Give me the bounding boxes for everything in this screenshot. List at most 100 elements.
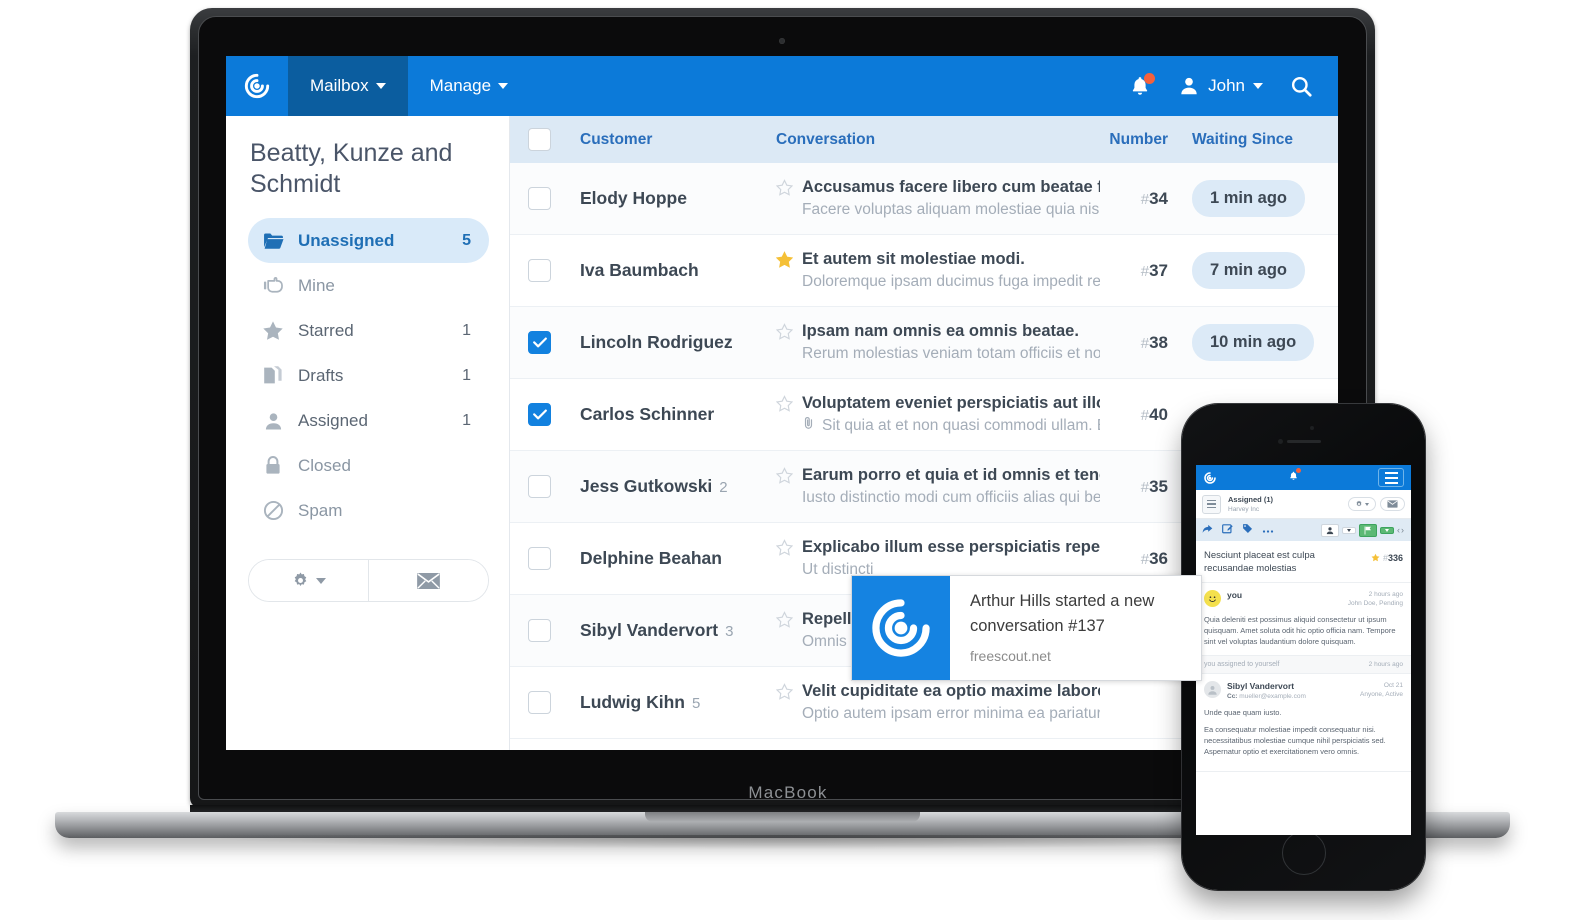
sidebar-item-closed-label: Closed	[298, 455, 351, 475]
sidebar-item-assigned-label: Assigned	[298, 410, 368, 430]
nav-item-manage[interactable]: Manage	[408, 56, 530, 116]
desktop-notification-toast[interactable]: Arthur Hills started a new conversation …	[851, 575, 1202, 681]
star-icon[interactable]	[1371, 549, 1380, 567]
row-checkbox[interactable]	[528, 259, 551, 282]
row-number: #36	[1140, 548, 1168, 568]
table-row[interactable]: Lincoln Rodriguez Ipsam nam omnis ea omni…	[510, 307, 1338, 379]
mobile-folder-name: Assigned (1)	[1228, 494, 1274, 504]
table-row[interactable]: Iva Baumbach Et autem sit molestiae modi.…	[510, 235, 1338, 307]
star-icon[interactable]	[775, 323, 794, 345]
mobile-thread-header: Sibyl Vandervort Cc: mueller@example.com…	[1204, 681, 1403, 701]
mobile-folder-menu-button[interactable]	[1202, 494, 1221, 514]
app-logo[interactable]	[226, 56, 288, 116]
row-select-cell	[524, 691, 580, 714]
search-button[interactable]	[1289, 74, 1314, 99]
sidebar-item-spam[interactable]: Spam	[248, 488, 489, 533]
user-menu[interactable]: John	[1178, 75, 1263, 97]
sidebar-item-assigned[interactable]: Assigned 1	[248, 398, 489, 443]
row-select-cell	[524, 619, 580, 642]
ellipsis-icon[interactable]	[1262, 521, 1274, 539]
row-customer-cell: Carlos Schinner	[580, 404, 776, 425]
star-icon[interactable]	[775, 467, 794, 489]
mobile-assignee-caret-button[interactable]	[1342, 526, 1356, 534]
row-number-cell: #40	[1106, 405, 1178, 425]
mobile-status-caret-button[interactable]	[1380, 526, 1394, 534]
row-subject: Accusamus facere libero cum beatae fugit…	[802, 178, 1100, 196]
sidebar-item-drafts-count: 1	[462, 366, 471, 384]
table-row[interactable]: Elody Hoppe Accusamus facere libero cum b…	[510, 163, 1338, 235]
user-icon	[1326, 526, 1334, 534]
mobile-thread-author: Sibyl Vandervort	[1227, 681, 1295, 691]
sidebar-item-closed[interactable]: Closed	[248, 443, 489, 488]
row-thread-count: 2	[719, 479, 728, 496]
chevron-right-icon[interactable]: ›	[1401, 525, 1405, 535]
notifications-button[interactable]	[1128, 72, 1156, 99]
reply-arrow-icon[interactable]	[1202, 521, 1213, 539]
user-name-label: John	[1208, 76, 1245, 95]
star-icon[interactable]	[775, 683, 794, 705]
iphone-home-button[interactable]	[1281, 831, 1326, 875]
column-header-conversation[interactable]: Conversation	[776, 131, 1106, 149]
column-header-number[interactable]: Number	[1106, 131, 1178, 149]
flag-icon	[1364, 526, 1371, 534]
select-all-cell	[524, 128, 580, 151]
sidebar-item-unassigned-label: Unassigned	[298, 230, 395, 250]
sidebar-new-conversation-button[interactable]	[368, 560, 488, 601]
sidebar-item-starred[interactable]: Starred 1	[248, 308, 489, 353]
iphone-screen: Assigned (1) Harvey Inc ‹› Nesciunt plac…	[1196, 465, 1411, 835]
row-waiting-cell: 10 min ago	[1178, 324, 1338, 361]
tag-icon[interactable]	[1242, 521, 1253, 539]
person-avatar	[1204, 681, 1221, 698]
row-checkbox[interactable]	[528, 475, 551, 498]
row-checkbox[interactable]	[528, 547, 551, 570]
star-icon[interactable]	[775, 611, 794, 633]
row-preview: Rerum molestias veniam totam officiis et…	[802, 345, 1100, 362]
row-select-cell	[524, 403, 580, 426]
sidebar-item-drafts[interactable]: Drafts 1	[248, 353, 489, 398]
mobile-status-button[interactable]	[1359, 523, 1377, 537]
mobile-prev-next-nav[interactable]: ‹›	[1397, 525, 1405, 535]
mobile-thread-message[interactable]: you 2 hours ago John Doe, Pending Quia d…	[1196, 583, 1411, 656]
row-checkbox[interactable]	[528, 187, 551, 210]
select-all-checkbox[interactable]	[528, 128, 551, 151]
star-icon[interactable]	[775, 251, 794, 273]
row-customer-name: Carlos Schinner	[580, 404, 715, 424]
mobile-thread-cc: Cc: mueller@example.com	[1227, 693, 1306, 700]
column-header-waiting-since[interactable]: Waiting Since	[1178, 131, 1338, 149]
row-checkbox[interactable]	[528, 403, 551, 426]
mobile-compose-button[interactable]	[1380, 497, 1405, 511]
mobile-thread-message[interactable]: Sibyl Vandervort Cc: mueller@example.com…	[1196, 674, 1411, 772]
row-checkbox[interactable]	[528, 619, 551, 642]
row-number: #38	[1140, 332, 1168, 352]
row-select-cell	[524, 475, 580, 498]
star-icon[interactable]	[775, 539, 794, 561]
drafts-icon	[262, 365, 284, 387]
column-header-customer[interactable]: Customer	[580, 131, 776, 149]
row-customer-name: Elody Hoppe	[580, 188, 687, 208]
notification-title: Arthur Hills started a new conversation …	[970, 592, 1155, 635]
mobile-thread-note-time: 2 hours ago	[1368, 661, 1403, 668]
sidebar-item-mine[interactable]: Mine	[248, 263, 489, 308]
hamburger-icon[interactable]	[1378, 468, 1404, 487]
mobile-settings-button[interactable]	[1348, 497, 1376, 511]
row-checkbox[interactable]	[528, 691, 551, 714]
row-customer-cell: Elody Hoppe	[580, 188, 776, 209]
nav-item-mailbox[interactable]: Mailbox	[288, 56, 408, 116]
search-icon	[1291, 76, 1312, 97]
mobile-notifications-button[interactable]	[1288, 467, 1301, 487]
row-checkbox[interactable]	[528, 331, 551, 354]
star-icon[interactable]	[775, 179, 794, 201]
row-select-cell	[524, 331, 580, 354]
row-number-cell: #34	[1106, 189, 1178, 209]
iphone-speaker	[1286, 440, 1321, 443]
sidebar-item-unassigned[interactable]: Unassigned 5	[248, 218, 489, 263]
star-icon[interactable]	[775, 395, 794, 417]
mobile-assignee-button[interactable]	[1321, 523, 1339, 537]
mobile-thread-time: 2 hours ago	[1368, 591, 1403, 598]
sidebar-settings-button[interactable]	[249, 560, 368, 601]
edit-icon[interactable]	[1222, 521, 1233, 539]
row-waiting-cell: 1 min ago	[1178, 180, 1338, 217]
row-conversation-cell: Velit cupiditate ea optio maxime labore …	[775, 680, 1106, 725]
hand-pointer-icon	[262, 275, 284, 297]
row-customer-cell: Ludwig Kihn 5	[580, 692, 776, 713]
